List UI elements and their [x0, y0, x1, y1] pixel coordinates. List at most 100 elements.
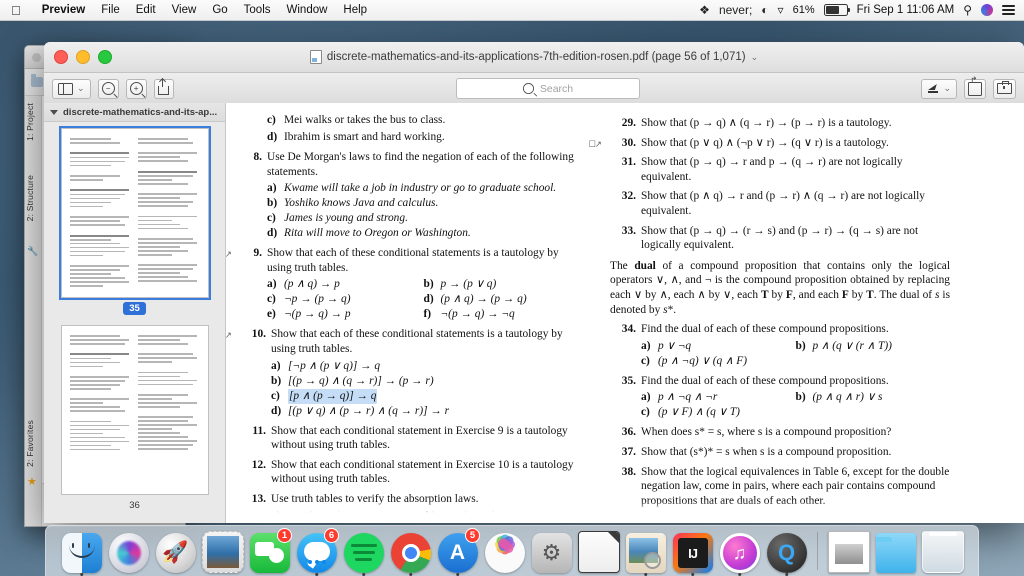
- sub-item-list: a) (p ∧ q) → p b) p → (p ∨ q) c) ¬p → (p → q)…: [267, 277, 580, 322]
- menu-item-tools[interactable]: Tools: [236, 4, 279, 16]
- dock-item-facetime[interactable]: 1: [248, 528, 292, 573]
- wifi-icon[interactable]: ◐: [761, 3, 768, 17]
- markup-toolbar-button[interactable]: ⌄: [921, 78, 957, 99]
- macos-dock[interactable]: 🚀 1 6 A 5 ⚙ IJ ♫ Q: [45, 525, 979, 576]
- sidebar-header[interactable]: discrete-mathematics-and-its-ap...: [44, 103, 225, 122]
- menu-item-file[interactable]: File: [93, 4, 128, 16]
- bookmark-icon[interactable]: ☐↗: [226, 247, 232, 262]
- dock-item-document[interactable]: [827, 530, 870, 573]
- rotate-icon: [968, 75, 982, 96]
- dock-item-siri[interactable]: [107, 530, 150, 573]
- markup-chevron-down-icon[interactable]: ⌄: [943, 83, 951, 94]
- menu-item-help[interactable]: Help: [335, 4, 375, 16]
- title-chevron-down-icon[interactable]: ⌄: [751, 52, 759, 63]
- menu-item-window[interactable]: Window: [279, 4, 336, 16]
- disclosure-triangle-icon[interactable]: [50, 109, 58, 115]
- pdf-page-view[interactable]: c) Mei walks or takes the bus to class. d)…: [226, 103, 1024, 523]
- dock-item-quicktime[interactable]: Q: [765, 530, 808, 576]
- dock-item-appstore[interactable]: A5: [436, 528, 480, 576]
- dock-badge-appstore: 5: [465, 528, 480, 543]
- sub-item-text: [(p → q) ∧ (q → r)] → (p → r): [288, 374, 434, 387]
- dock-running-dot: [314, 572, 319, 576]
- macos-menu-bar[interactable]:  Preview File Edit View Go Tools Window…: [0, 0, 1024, 21]
- dropbox-icon[interactable]: ❖: [699, 3, 710, 17]
- thumbnail-page-number-36[interactable]: 36: [123, 499, 146, 512]
- preview-toolbar[interactable]: ⌄ − + Search ⌄: [44, 73, 1024, 105]
- exercise-body: Show that each of these conditional stat…: [267, 246, 580, 322]
- dock-item-photos[interactable]: [483, 530, 526, 573]
- sub-item-letter: d): [423, 293, 434, 306]
- menu-item-view[interactable]: View: [164, 4, 205, 16]
- sub-item-letter: a): [271, 359, 281, 372]
- ide-tab-favorites[interactable]: 2: Favorites: [25, 417, 41, 470]
- dock-item-sysprefs[interactable]: ⚙: [530, 530, 573, 573]
- dock-item-preview[interactable]: [624, 530, 667, 576]
- exercise-body: Show that (p → q) ∧ (q → r) → (p → r) is…: [641, 117, 892, 129]
- share-button[interactable]: [153, 78, 174, 99]
- bookmark-icon[interactable]: ☐↗: [588, 137, 602, 152]
- menu-item-edit[interactable]: Edit: [128, 4, 164, 16]
- ide-tool-tabs[interactable]: 1: Project 🔧 2: Structure 2: Favorites ★: [25, 96, 42, 526]
- search-input[interactable]: Search: [455, 78, 640, 99]
- rotate-button[interactable]: [964, 75, 986, 99]
- dock-running-dot: [690, 572, 695, 576]
- ide-tab-project[interactable]: 1: Project: [25, 100, 41, 144]
- dock-item-finder[interactable]: [60, 530, 103, 576]
- thumbnail-page-35[interactable]: [60, 128, 209, 298]
- dock-item-downloads-folder[interactable]: [874, 530, 917, 573]
- menu-clock[interactable]: Fri Sep 1 11:06 AM: [857, 4, 955, 16]
- thumbnail-page-number-35[interactable]: 35: [123, 302, 146, 315]
- ide-tab-structure[interactable]: 2: Structure: [25, 172, 41, 224]
- dock-item-spotify[interactable]: [342, 530, 385, 576]
- dock-item-messages[interactable]: 6: [295, 528, 339, 576]
- zoom-button[interactable]: [98, 50, 112, 64]
- dock-item-trash[interactable]: [921, 530, 964, 573]
- traffic-lights[interactable]: [44, 50, 112, 64]
- notification-center-icon[interactable]: [1002, 3, 1015, 17]
- sub-item-letter: a): [641, 391, 651, 404]
- exercise-number: 37.: [621, 445, 636, 458]
- dock-item-intellij[interactable]: IJ: [671, 530, 714, 576]
- dual-definition-paragraph: The dual of a compound proposition that …: [610, 259, 951, 316]
- window-titlebar[interactable]: discrete-mathematics-and-its-application…: [44, 42, 1024, 73]
- exercise-number: 29.: [621, 117, 636, 129]
- thumbnail-page-36[interactable]: [60, 325, 209, 495]
- thumbnail-list[interactable]: 35 36: [44, 122, 225, 522]
- sub-item: d) [(p ∨ q) ∧ (p → r) ∧ (q → r)] → r: [271, 404, 580, 419]
- menu-item-go[interactable]: Go: [204, 4, 235, 16]
- sub-item-letter: c): [267, 293, 276, 306]
- sub-item-letter: d): [271, 404, 282, 417]
- thumbnail-sidebar[interactable]: discrete-mathematics-and-its-ap... 35 36: [44, 103, 226, 523]
- sub-item: b) (p ∧ q ∧ r) ∨ s: [796, 390, 951, 405]
- exercise-item: 33. Show that (p → q) → (r → s) and (p → …: [610, 224, 950, 253]
- close-button[interactable]: [54, 50, 68, 64]
- sidebar-view-button[interactable]: ⌄: [52, 78, 91, 99]
- dock-item-mail[interactable]: [201, 530, 244, 573]
- dock-running-dot: [784, 572, 789, 576]
- dock-item-libreoffice[interactable]: [577, 530, 620, 573]
- exercise-body: Show that (p ∧ q) → r and (p → r) ∧ (q →…: [641, 190, 925, 217]
- zoom-out-button[interactable]: −: [97, 78, 119, 99]
- dock-item-chrome[interactable]: [389, 530, 432, 576]
- apple-menu-icon[interactable]: : [11, 4, 21, 17]
- siri-icon[interactable]: [981, 4, 993, 16]
- do-not-disturb-icon[interactable]: never;: [719, 3, 752, 17]
- dock-item-itunes[interactable]: ♫: [718, 530, 761, 576]
- sub-item: c) (p ∨ F) ∧ (q ∨ T): [641, 405, 796, 420]
- markup-toolbox-button[interactable]: [993, 78, 1016, 99]
- preview-window[interactable]: discrete-mathematics-and-its-application…: [44, 42, 1024, 523]
- dock-item-launchpad[interactable]: 🚀: [154, 530, 197, 573]
- sub-item: b) Yoshiko knows Java and calculus.: [267, 196, 580, 211]
- sub-item-letter: b): [267, 197, 278, 210]
- spotlight-search-icon[interactable]: ⚲: [963, 3, 972, 17]
- minimize-button[interactable]: [76, 50, 90, 64]
- bookmark-icon[interactable]: ☐↗: [226, 328, 232, 343]
- zoom-in-button[interactable]: +: [125, 78, 147, 99]
- sidebar-chevron-down-icon[interactable]: ⌄: [77, 83, 85, 94]
- menu-item-preview[interactable]: Preview: [34, 4, 93, 16]
- dock-badge-messages: 6: [324, 528, 339, 543]
- exercise-body: When does s* = s, where s is a compound …: [641, 426, 892, 439]
- exercise-item: 34. Find the dual of each of these compou…: [610, 322, 950, 369]
- battery-icon[interactable]: [823, 4, 850, 16]
- airplay-icon[interactable]: ▿: [778, 3, 784, 17]
